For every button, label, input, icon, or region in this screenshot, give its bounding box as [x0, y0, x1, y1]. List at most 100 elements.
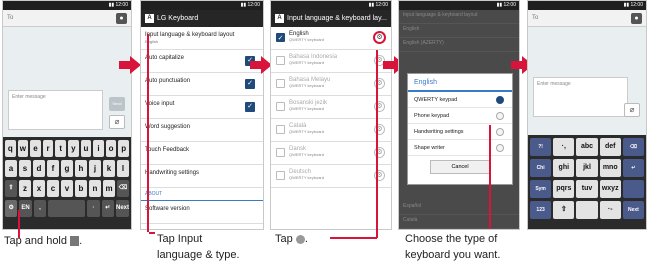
key[interactable]: l: [117, 160, 129, 177]
recipient-field[interactable]: To ●: [528, 10, 646, 27]
key[interactable]: x: [33, 180, 45, 197]
message-input[interactable]: Enter message: [8, 90, 103, 130]
checkbox-icon[interactable]: [276, 125, 285, 134]
settings-item[interactable]: Handwriting settings: [141, 165, 263, 188]
key[interactable]: wxyz: [599, 180, 621, 198]
message-input[interactable]: Enter message: [533, 77, 628, 117]
key[interactable]: [576, 201, 598, 219]
checkbox-icon[interactable]: [276, 79, 285, 88]
keyboard-option[interactable]: Shape writer: [408, 140, 512, 156]
key[interactable]: j: [89, 160, 101, 177]
keyboard-option[interactable]: Phone keypad: [408, 108, 512, 124]
key[interactable]: q: [5, 140, 16, 157]
key[interactable]: ?!: [530, 138, 552, 156]
key[interactable]: [622, 180, 645, 198]
keypad-row: Chi ghi jkl mno ↵: [530, 159, 645, 177]
key[interactable]: h: [75, 160, 87, 177]
key[interactable]: ⇧: [5, 180, 17, 197]
contact-icon[interactable]: ●: [631, 13, 642, 24]
settings-item[interactable]: Input language & keyboard layout English: [141, 27, 263, 50]
contact-icon[interactable]: ●: [116, 13, 127, 24]
gear-icon[interactable]: ⚙: [373, 31, 386, 44]
language-item[interactable]: Català QWERTY keyboard ⚙: [271, 119, 391, 142]
key[interactable]: v: [61, 180, 73, 197]
checkbox-icon[interactable]: [276, 171, 285, 180]
key[interactable]: mno: [599, 159, 621, 177]
key[interactable]: ⚙: [5, 200, 18, 217]
key[interactable]: ↵: [101, 200, 114, 217]
key[interactable]: c: [47, 180, 59, 197]
key[interactable]: 123: [530, 201, 552, 219]
send-button[interactable]: Send: [109, 97, 125, 111]
key[interactable]: f: [47, 160, 59, 177]
checkbox-checked-icon[interactable]: ✓: [245, 102, 255, 112]
key[interactable]: b: [75, 180, 87, 197]
key[interactable]: m: [103, 180, 115, 197]
key[interactable]: i: [93, 140, 104, 157]
software-version-item[interactable]: Software version: [141, 201, 263, 224]
key[interactable]: t: [55, 140, 66, 157]
key[interactable]: def: [599, 138, 621, 156]
checkbox-checked-icon[interactable]: ✓: [245, 79, 255, 89]
attach-icon[interactable]: ⌀: [109, 115, 125, 129]
key[interactable]: Chi: [530, 159, 552, 177]
key[interactable]: o: [105, 140, 117, 157]
radio-icon[interactable]: [496, 112, 504, 120]
key[interactable]: e: [30, 140, 41, 157]
key[interactable]: ,: [33, 200, 47, 217]
key[interactable]: tuv: [576, 180, 598, 198]
checkbox-icon[interactable]: [276, 148, 285, 157]
key[interactable]: pqrs: [553, 180, 575, 198]
key[interactable]: u: [80, 140, 92, 157]
recipient-field[interactable]: To ●: [3, 10, 131, 27]
language-item[interactable]: ✓ English QWERTY keyboard ⚙: [271, 27, 391, 50]
key[interactable]: jkl: [576, 159, 598, 177]
key[interactable]: g: [61, 160, 73, 177]
key[interactable]: z: [19, 180, 31, 197]
key[interactable]: a: [5, 160, 17, 177]
settings-item[interactable]: Auto capitalize ✓: [141, 50, 263, 73]
key[interactable]: k: [103, 160, 115, 177]
key[interactable]: ⇧: [553, 201, 575, 219]
settings-item[interactable]: Word suggestion: [141, 119, 263, 142]
settings-item[interactable]: Voice input ✓: [141, 96, 263, 119]
key[interactable]: ⌫: [622, 138, 645, 156]
key[interactable]: ↵: [622, 159, 645, 177]
keyboard-option[interactable]: QWERTY keypad: [408, 92, 512, 108]
key[interactable]: ghi: [553, 159, 575, 177]
language-item[interactable]: Deutsch QWERTY keyboard ⚙: [271, 165, 391, 188]
key[interactable]: ·: [87, 200, 100, 217]
checkbox-icon[interactable]: [276, 56, 285, 65]
key[interactable]: p: [118, 140, 129, 157]
checkbox-icon[interactable]: [276, 102, 285, 111]
attach-icon[interactable]: ⌀: [624, 103, 640, 117]
settings-item[interactable]: Auto punctuation ✓: [141, 73, 263, 96]
key[interactable]: s: [19, 160, 31, 177]
gear-icon: [295, 234, 305, 244]
key[interactable]: n: [89, 180, 101, 197]
checkbox-checked-icon[interactable]: ✓: [276, 33, 285, 42]
radio-icon[interactable]: [496, 128, 504, 136]
key[interactable]: Next: [116, 200, 130, 217]
radio-selected-icon[interactable]: [496, 96, 504, 104]
language-item[interactable]: Bosanski jezik QWERTY keyboard ⚙: [271, 96, 391, 119]
key[interactable]: w: [17, 140, 29, 157]
cancel-button[interactable]: Cancel: [430, 160, 490, 174]
settings-item[interactable]: Touch Feedback: [141, 142, 263, 165]
key[interactable]: EN: [19, 200, 32, 217]
radio-icon[interactable]: [496, 144, 504, 152]
language-item[interactable]: Bahasa Melayu QWERTY keyboard ⚙: [271, 73, 391, 96]
key[interactable]: ⌫: [117, 180, 129, 197]
keyboard-option[interactable]: Handwriting settings: [408, 124, 512, 140]
key[interactable]: Next: [622, 201, 645, 219]
key[interactable]: ·,: [553, 138, 575, 156]
key[interactable]: r: [42, 140, 54, 157]
key[interactable]: d: [33, 160, 45, 177]
key[interactable]: [48, 200, 86, 217]
language-item[interactable]: Bahasa Indonesia QWERTY keyboard ⚙: [271, 50, 391, 73]
key[interactable]: Sym: [530, 180, 552, 198]
language-item[interactable]: Dansk QWERTY keyboard ⚙: [271, 142, 391, 165]
key[interactable]: abc: [576, 138, 598, 156]
key[interactable]: y: [68, 140, 79, 157]
key[interactable]: ·-: [599, 201, 621, 219]
